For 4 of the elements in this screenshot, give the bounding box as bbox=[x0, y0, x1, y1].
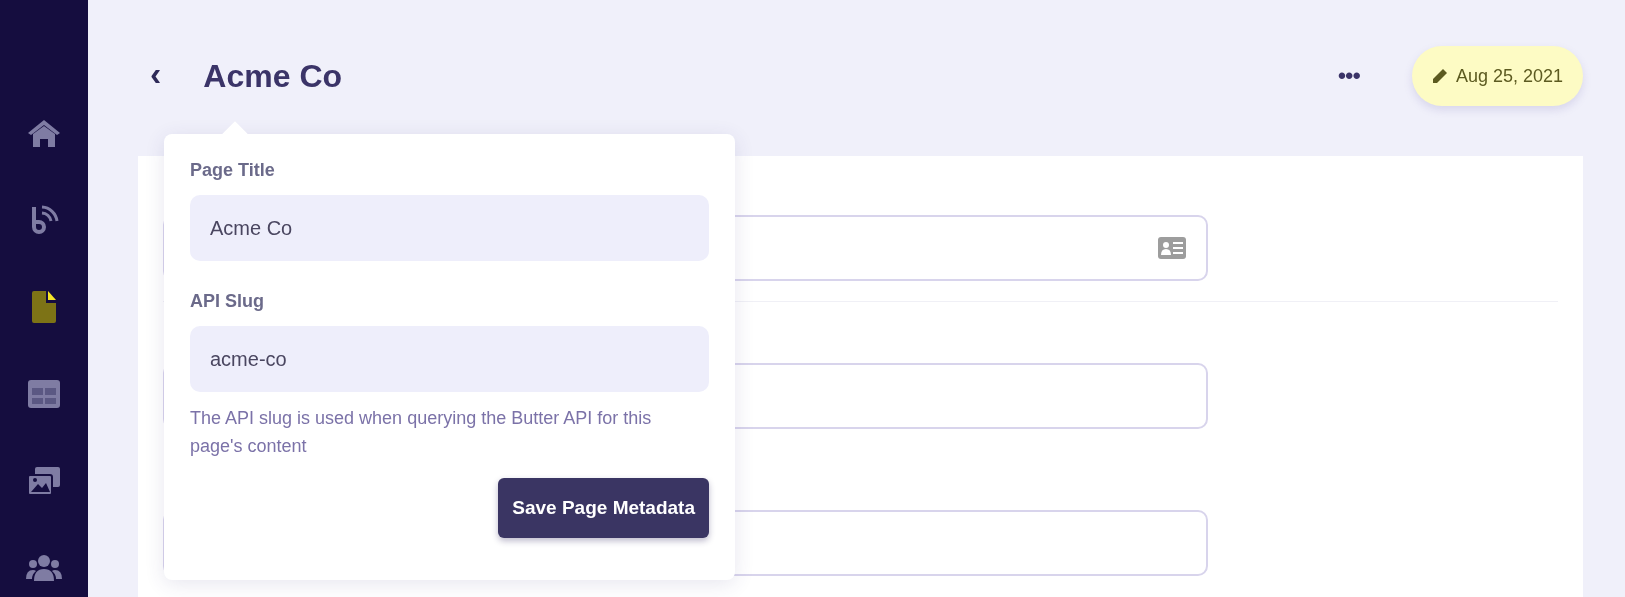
field-label: API Slug bbox=[190, 291, 265, 312]
help-text: The API slug is used when querying the Butter API for this page's content bbox=[190, 407, 653, 458]
field-label: Page Title bbox=[190, 160, 276, 181]
page-title: Acme Co bbox=[203, 57, 343, 95]
